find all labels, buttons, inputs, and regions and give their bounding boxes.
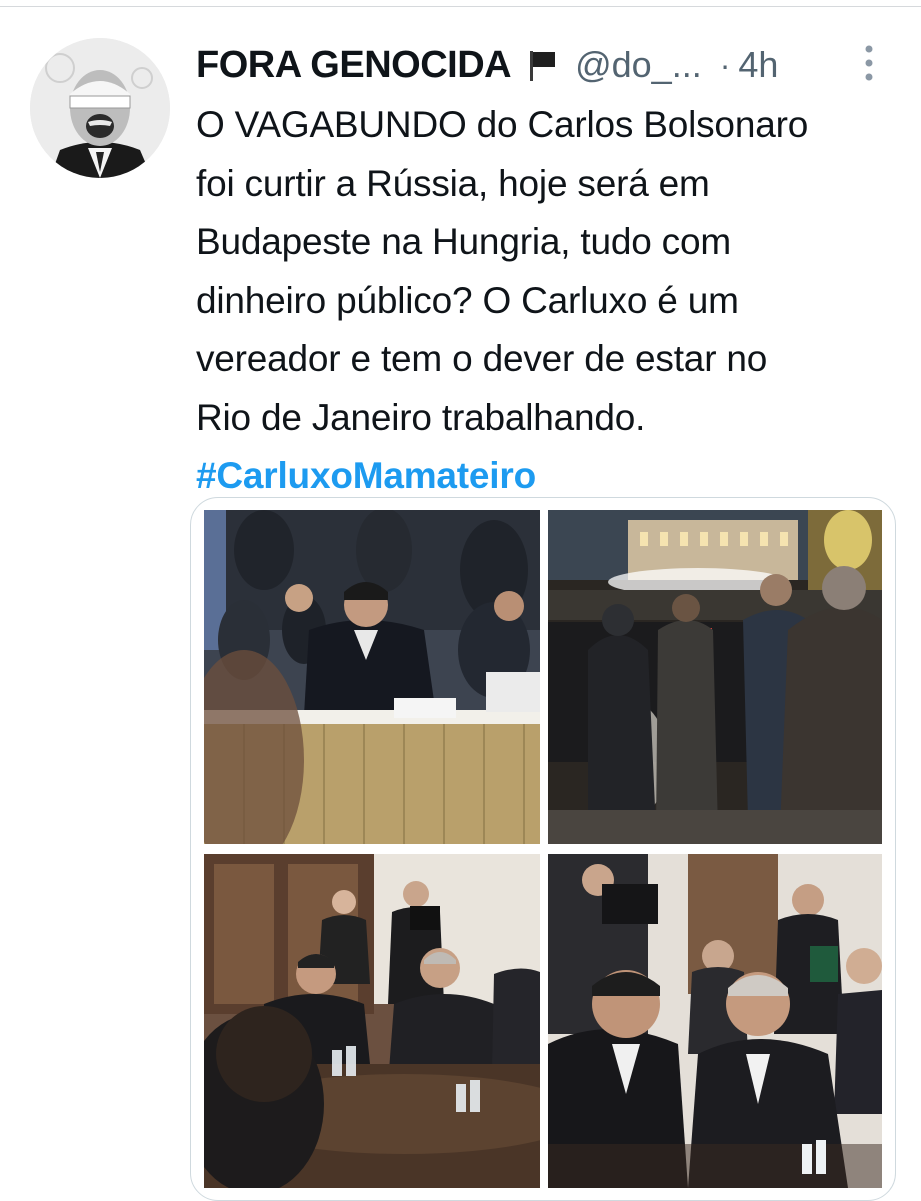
- tweet-text-line: O VAGABUNDO do Carlos Bolsonaro: [196, 104, 809, 145]
- media-grid: [190, 497, 896, 1201]
- top-divider: [0, 6, 921, 7]
- tweet-header: FORA GENOCIDA @do_... · 4h: [196, 40, 778, 90]
- tweet-text-line: dinheiro público? O Carluxo é um: [196, 279, 739, 321]
- tweet-text-line: Rio de Janeiro trabalhando.: [196, 396, 646, 438]
- tweet-text-line: Budapeste na Hungria, tudo com: [196, 221, 731, 262]
- timestamp[interactable]: 4h: [738, 44, 778, 86]
- more-options-icon[interactable]: [858, 42, 880, 86]
- avatar-image: [30, 38, 170, 178]
- display-name[interactable]: FORA GENOCIDA: [196, 44, 512, 87]
- separator-dot: ·: [719, 46, 731, 83]
- tweet-text-line: foi curtir a Rússia, hoje será em: [196, 162, 710, 204]
- meeting-room-photo[interactable]: [204, 854, 540, 1188]
- night-street-photo[interactable]: [548, 510, 882, 844]
- tweet-text: O VAGABUNDO do Carlos Bolsonaro foi curt…: [196, 96, 906, 506]
- avatar[interactable]: [30, 38, 170, 178]
- handle[interactable]: @do_...: [575, 44, 702, 86]
- tweet-screen: FORA GENOCIDA @do_... · 4h O VAGABUNDO d…: [0, 0, 921, 1201]
- tweet-text-line: vereador e tem o dever de estar no: [196, 338, 768, 379]
- black-flag-icon: [530, 51, 556, 81]
- meeting-closeup-photo[interactable]: [548, 854, 882, 1188]
- conference-table-photo[interactable]: [204, 510, 540, 844]
